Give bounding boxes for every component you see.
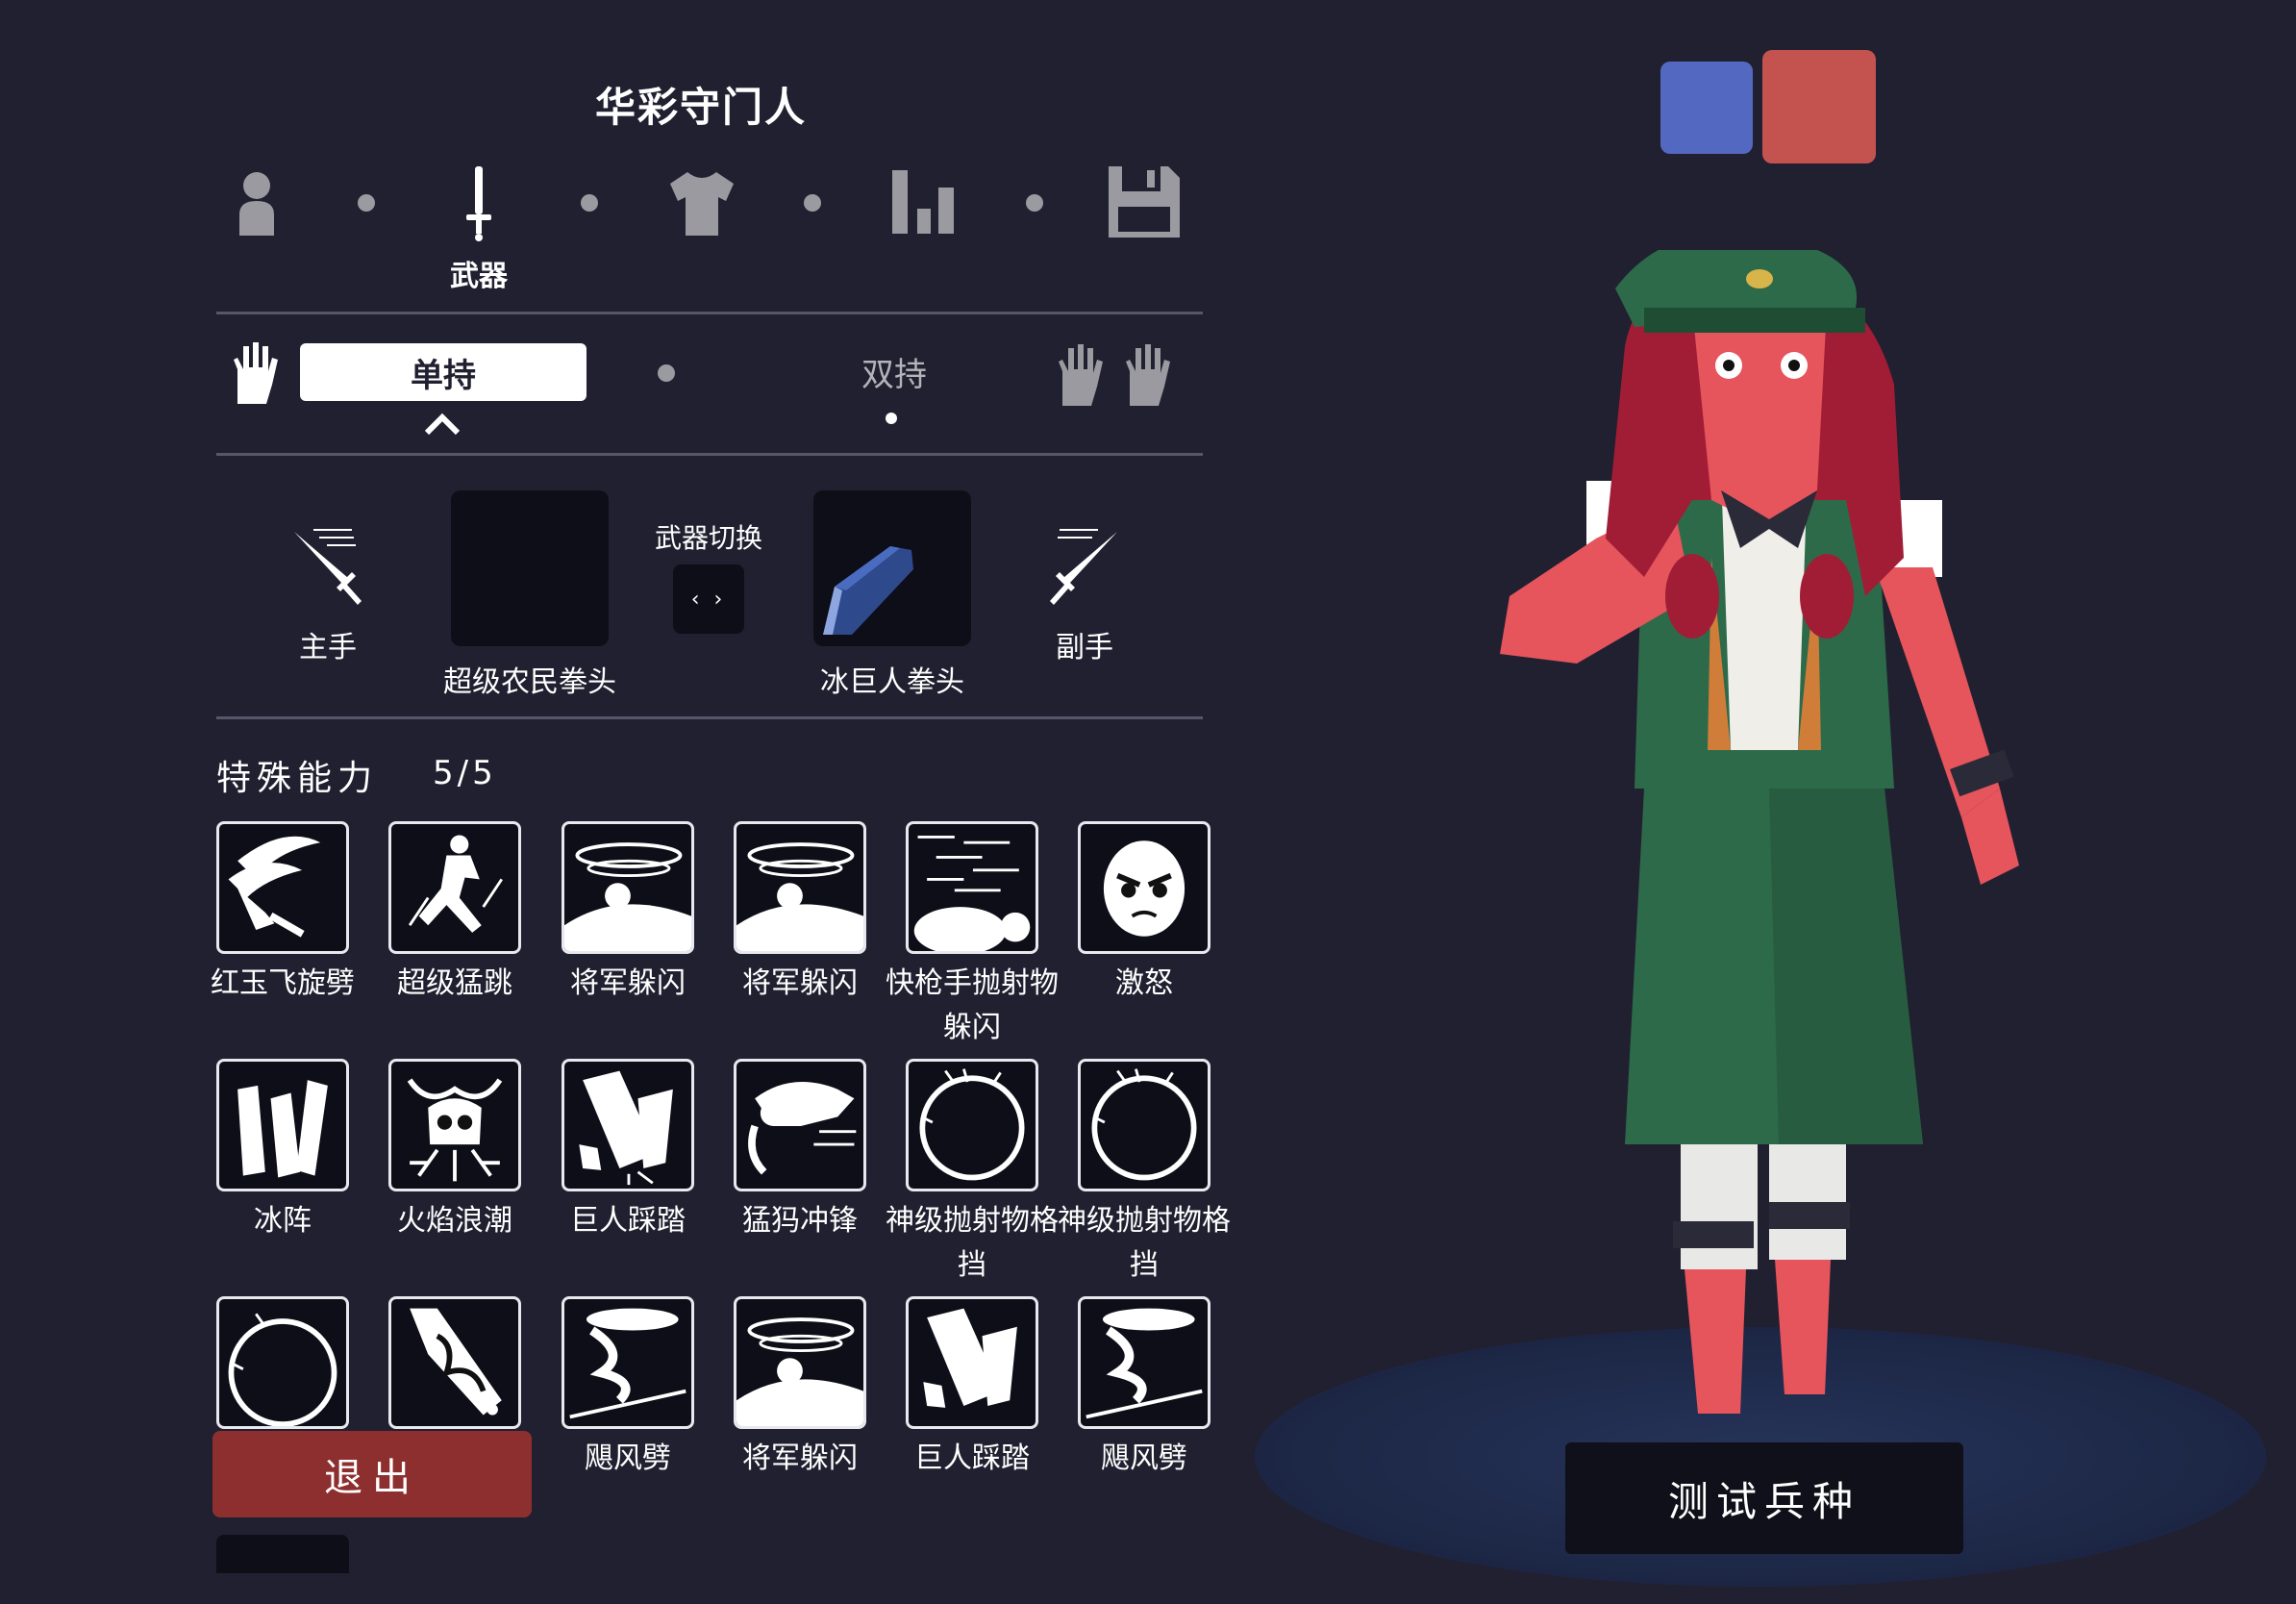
ability-label: 飓风劈: [1101, 1441, 1187, 1475]
main-hand-label: 主手: [299, 631, 357, 664]
ability-enrage-icon[interactable]: [1078, 821, 1210, 954]
ability-flame-sword-icon[interactable]: [388, 1296, 521, 1429]
abilities-title: 特殊能力: [216, 759, 379, 798]
step-dot: [804, 194, 821, 212]
ability-general-dodge-icon[interactable]: [562, 821, 694, 954]
ability-label: 超级猛跳: [397, 966, 512, 1000]
ability-giant-stomp-icon[interactable]: [562, 1059, 694, 1191]
ability-label: 将军躲闪: [742, 1441, 858, 1475]
ability-hurricane-slash-icon[interactable]: [1078, 1296, 1210, 1429]
ability-label: 飓风劈: [585, 1441, 671, 1475]
test-unit-button[interactable]: 测试兵种: [1565, 1442, 1963, 1554]
ability-general-dodge-icon[interactable]: [734, 1296, 866, 1429]
weapon-slot-left[interactable]: [451, 490, 609, 646]
grip-dual-dot: [886, 413, 897, 424]
ability-tile-partial[interactable]: [216, 1535, 349, 1573]
ability-label: 巨人踩踏: [914, 1441, 1030, 1475]
divider: [216, 716, 1203, 719]
weapon-slot-right[interactable]: [813, 490, 971, 646]
ability-general-dodge-icon[interactable]: [734, 821, 866, 954]
unit-title: 华彩守门人: [594, 84, 807, 131]
ability-projectile-block-icon[interactable]: [216, 1296, 349, 1429]
ability-label: 火焰浪潮: [397, 1204, 512, 1238]
step-dot: [1026, 194, 1043, 212]
ability-crimson-spin-icon[interactable]: [216, 821, 349, 954]
chevron-up-icon: [423, 410, 462, 437]
weapon-swap-label: 武器切换: [654, 522, 762, 554]
ability-label: 神级抛射物格挡: [1058, 1204, 1231, 1282]
team-red-button[interactable]: [1762, 50, 1876, 163]
weapon-swap-button[interactable]: ‹ ›: [673, 564, 744, 634]
main-hand-sword-icon[interactable]: [285, 524, 371, 611]
ability-label: 将军躲闪: [570, 966, 686, 1000]
ability-god-projectile-block-icon[interactable]: [1078, 1059, 1210, 1191]
hand-single-icon: [224, 337, 286, 414]
off-hand-label: 副手: [1056, 631, 1113, 664]
unit-model: [1500, 250, 2019, 1414]
ability-ice-array-icon[interactable]: [216, 1059, 349, 1191]
ability-label: 快枪手抛射物躲闪: [886, 966, 1059, 1044]
grip-single-button[interactable]: 单持: [300, 343, 586, 401]
ability-label: 猛犸冲锋: [742, 1204, 858, 1238]
ability-label: 红玉飞旋劈: [211, 966, 355, 1000]
ability-giant-stomp-icon[interactable]: [906, 1296, 1038, 1429]
bar-stats-icon[interactable]: [876, 159, 972, 245]
person-icon[interactable]: [209, 159, 305, 245]
abilities-count: 5/5: [433, 754, 497, 792]
step-label-weapon: 武器: [450, 260, 508, 293]
ability-super-jump-icon[interactable]: [388, 821, 521, 954]
weapon-slot-right-label: 冰巨人拳头: [820, 665, 964, 699]
floppy-save-icon[interactable]: [1096, 159, 1192, 245]
ability-label: 激怒: [1115, 966, 1173, 1000]
ability-gunslinger-dodge-icon[interactable]: [906, 821, 1038, 954]
sword-icon[interactable]: [431, 159, 527, 245]
grip-dot: [658, 364, 675, 382]
ability-hurricane-slash-icon[interactable]: [562, 1296, 694, 1429]
hands-dual-icon: [1053, 338, 1184, 415]
divider: [216, 453, 1203, 456]
ability-god-projectile-block-icon[interactable]: [906, 1059, 1038, 1191]
ability-label: 冰阵: [254, 1204, 312, 1238]
ability-label: 巨人踩踏: [570, 1204, 686, 1238]
ability-label: 将军躲闪: [742, 966, 858, 1000]
shirt-icon[interactable]: [654, 159, 750, 245]
off-hand-sword-icon[interactable]: [1040, 524, 1127, 611]
step-dot: [581, 194, 598, 212]
exit-button[interactable]: 退出: [212, 1431, 532, 1517]
step-dot: [358, 194, 375, 212]
weapon-slot-left-label: 超级农民拳头: [443, 665, 616, 699]
ability-mammoth-charge-icon[interactable]: [734, 1059, 866, 1191]
grip-dual-button[interactable]: 双持: [817, 348, 971, 395]
ability-label: 神级抛射物格挡: [886, 1204, 1059, 1282]
divider: [216, 312, 1203, 314]
ability-flame-wave-icon[interactable]: [388, 1059, 521, 1191]
ice-giant-fist-icon: [823, 546, 913, 635]
team-blue-button[interactable]: [1660, 62, 1753, 154]
